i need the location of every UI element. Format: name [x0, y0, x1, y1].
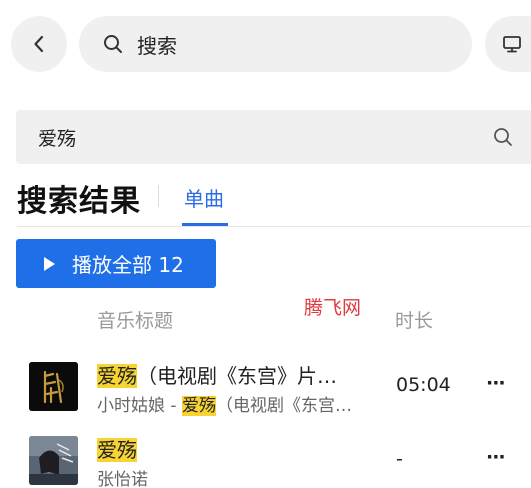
play-icon	[44, 256, 55, 271]
more-options-button[interactable]: ···	[486, 372, 506, 394]
device-button[interactable]	[485, 16, 531, 72]
song-subtitle: 小时姑娘 - 爱殇（电视剧《东宫…	[97, 396, 352, 416]
back-button[interactable]	[11, 16, 67, 72]
song-row[interactable]: 爱殇（电视剧《东宫》片… 小时姑娘 - 爱殇（电视剧《东宫… 05:04 ···	[0, 350, 531, 420]
album-cover	[29, 436, 78, 485]
monitor-icon	[503, 36, 521, 53]
results-title: 搜索结果	[17, 184, 141, 219]
top-search-label: 搜索	[137, 33, 177, 58]
album-cover	[29, 362, 78, 411]
song-title: 爱殇	[97, 438, 137, 462]
more-options-button[interactable]: ···	[486, 446, 506, 468]
query-value: 爱殇	[38, 127, 77, 150]
search-icon[interactable]	[493, 127, 513, 147]
top-search-bar[interactable]: 搜索	[79, 16, 472, 72]
search-icon	[104, 35, 122, 53]
song-title: 爱殇（电视剧《东宫》片…	[97, 364, 337, 388]
column-header-duration: 时长	[395, 310, 434, 332]
song-row[interactable]: 爱殇 张怡诺 - ···	[0, 424, 531, 488]
artist-link[interactable]: 小时姑娘	[97, 396, 165, 416]
column-header-title: 音乐标题	[97, 310, 174, 332]
play-all-button[interactable]: 播放全部 12	[16, 239, 216, 288]
query-input[interactable]: 爱殇	[16, 110, 531, 164]
divider	[17, 226, 531, 227]
song-duration: -	[396, 448, 403, 470]
divider	[158, 185, 159, 207]
tab-single[interactable]: 单曲	[184, 183, 224, 212]
play-all-label: 播放全部 12	[72, 253, 184, 277]
chevron-left-icon	[34, 35, 44, 53]
watermark: 腾飞网	[304, 297, 362, 319]
song-duration: 05:04	[396, 374, 451, 396]
song-subtitle: 张怡诺	[97, 465, 375, 488]
artist-link[interactable]: 张怡诺	[97, 470, 148, 488]
